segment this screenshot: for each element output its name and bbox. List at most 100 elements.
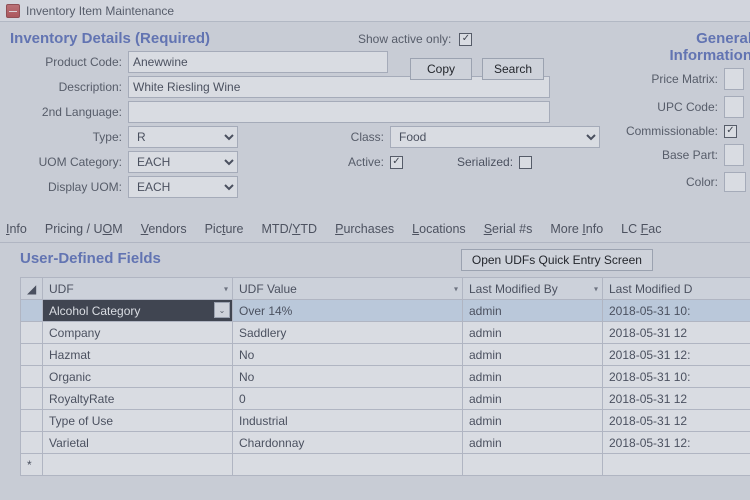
udf-name-cell[interactable]: Varietal [43,432,233,454]
row-gutter[interactable]: * [21,454,43,476]
udf-value-cell[interactable]: Over 14% [233,300,463,322]
udf-name-cell[interactable]: RoyaltyRate [43,388,233,410]
commissionable-checkbox[interactable] [724,125,737,138]
udf-name-cell[interactable]: Type of Use [43,410,233,432]
row-gutter[interactable] [21,300,43,322]
price-matrix-label: Price Matrix: [614,72,724,86]
uom-category-label: UOM Category: [10,155,128,169]
type-label: Type: [10,130,128,144]
price-matrix-input[interactable] [724,68,744,90]
general-info-section: General Information Price Matrix: UPC Co… [614,30,750,198]
tab-info[interactable]: Info [6,222,27,236]
udf-moddate-col-header[interactable]: Last Modified D [603,278,750,300]
window-title: Inventory Item Maintenance [26,4,174,18]
serialized-checkbox[interactable] [519,156,532,169]
udf-modby-cell: admin [463,344,603,366]
type-select[interactable]: R [128,126,238,148]
table-row[interactable]: VarietalChardonnayadmin2018-05-31 12: [21,432,750,454]
tab-vendors[interactable]: Vendors [141,222,187,236]
row-gutter[interactable] [21,366,43,388]
row-gutter[interactable] [21,388,43,410]
tab-serial-s[interactable]: Serial #s [484,222,533,236]
class-label: Class: [320,130,390,144]
upc-code-input[interactable] [724,96,744,118]
udf-name-cell[interactable]: Company [43,322,233,344]
udf-name-cell[interactable]: Hazmat [43,344,233,366]
show-active-label: Show active only: [358,32,451,46]
udf-table: ◢ UDF▾ UDF Value▾ Last Modified By▾ Last… [20,277,750,476]
copy-button[interactable]: Copy [410,58,472,80]
udf-moddate-cell: 2018-05-31 12 [603,322,750,344]
inventory-details-section: Inventory Details (Required) Show active… [10,30,590,198]
udf-modby-cell: admin [463,432,603,454]
tab-mtd-ytd[interactable]: MTD/YTD [262,222,318,236]
udf-moddate-cell: 2018-05-31 10: [603,300,750,322]
udf-moddate-cell: 2018-05-31 12: [603,432,750,454]
udf-gutter-header[interactable]: ◢ [21,278,43,300]
udf-name-cell[interactable]: Organic [43,366,233,388]
row-gutter[interactable] [21,432,43,454]
commissionable-label: Commissionable: [614,124,724,138]
udf-value-cell[interactable]: 0 [233,388,463,410]
second-lang-input[interactable] [128,101,550,123]
tab-pricing-uom[interactable]: Pricing / UOM [45,222,123,236]
udf-value-cell[interactable]: Industrial [233,410,463,432]
chevron-down-icon[interactable]: ▾ [454,284,458,293]
uom-category-select[interactable]: EACH [128,151,238,173]
tab-more-info[interactable]: More Info [550,222,603,236]
color-swatch[interactable] [724,172,746,192]
tab-picture[interactable]: Picture [205,222,244,236]
udf-modby-cell: admin [463,388,603,410]
display-uom-select[interactable]: EACH [128,176,238,198]
second-lang-label: 2nd Language: [10,105,128,119]
base-part-input[interactable] [724,144,744,166]
active-label: Active: [320,155,390,169]
tab-lc-fac[interactable]: LC Fac [621,222,661,236]
class-select[interactable]: Food [390,126,600,148]
search-button[interactable]: Search [482,58,544,80]
tab-locations[interactable]: Locations [412,222,466,236]
titlebar: Inventory Item Maintenance [0,0,750,22]
chevron-down-icon[interactable]: ▾ [594,284,598,293]
active-checkbox[interactable] [390,156,403,169]
chevron-down-icon[interactable]: ▾ [224,284,228,293]
form-content: Inventory Details (Required) Show active… [0,22,750,198]
display-uom-label: Display UOM: [10,180,128,194]
udf-moddate-cell: 2018-05-31 10: [603,366,750,388]
udf-title: User-Defined Fields [20,250,161,267]
inventory-details-title: Inventory Details (Required) [10,30,590,47]
chevron-down-icon[interactable]: ⌄ [214,302,230,318]
udf-modby-col-header[interactable]: Last Modified By▾ [463,278,603,300]
new-row[interactable]: * [21,454,750,476]
udf-col-header[interactable]: UDF▾ [43,278,233,300]
row-gutter[interactable] [21,322,43,344]
product-code-label: Product Code: [10,55,128,69]
table-row[interactable]: HazmatNoadmin2018-05-31 12: [21,344,750,366]
show-active-only: Show active only: [358,32,472,46]
table-row[interactable]: OrganicNoadmin2018-05-31 10: [21,366,750,388]
upc-code-label: UPC Code: [614,100,724,114]
udf-value-cell[interactable]: Saddlery [233,322,463,344]
serialized-label: Serialized: [457,155,513,169]
udf-value-cell[interactable]: No [233,366,463,388]
open-udf-button[interactable]: Open UDFs Quick Entry Screen [461,249,653,271]
udf-section: User-Defined Fields Open UDFs Quick Entr… [0,243,750,476]
row-gutter[interactable] [21,410,43,432]
product-code-input[interactable] [128,51,388,73]
row-gutter[interactable] [21,344,43,366]
udf-value-cell[interactable]: Chardonnay [233,432,463,454]
app-icon [6,4,20,18]
udf-modby-cell: admin [463,366,603,388]
udf-value-cell[interactable]: No [233,344,463,366]
table-row[interactable]: Type of UseIndustrialadmin2018-05-31 12 [21,410,750,432]
udf-name-cell[interactable]: Alcohol Category⌄ [43,300,233,322]
udf-value-col-header[interactable]: UDF Value▾ [233,278,463,300]
udf-moddate-cell: 2018-05-31 12 [603,410,750,432]
table-row[interactable]: CompanySaddleryadmin2018-05-31 12 [21,322,750,344]
color-label: Color: [614,175,724,189]
table-row[interactable]: Alcohol Category⌄Over 14%admin2018-05-31… [21,300,750,322]
show-active-checkbox[interactable] [459,33,472,46]
table-row[interactable]: RoyaltyRate0admin2018-05-31 12 [21,388,750,410]
udf-modby-cell: admin [463,410,603,432]
tab-purchases[interactable]: Purchases [335,222,394,236]
